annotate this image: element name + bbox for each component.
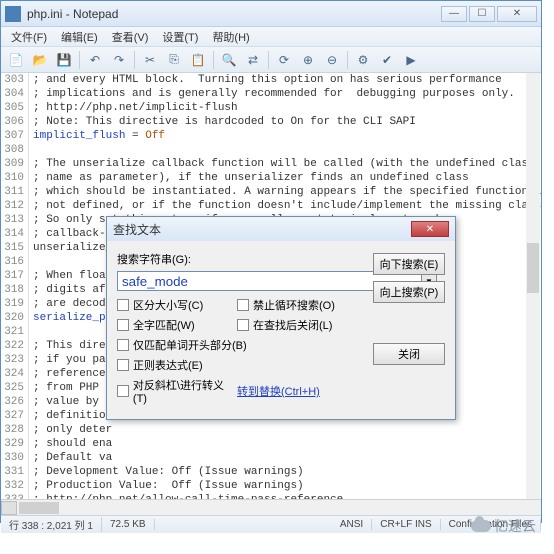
redo-icon[interactable]: ↷ (108, 50, 130, 70)
zoom-in-icon[interactable]: ⊕ (297, 50, 319, 70)
titlebar[interactable]: php.ini - Notepad — ☐ ✕ (1, 1, 541, 27)
horizontal-scrollbar[interactable] (1, 499, 541, 515)
dialog-title: 查找文本 (113, 221, 411, 238)
find-icon[interactable]: 🔍 (218, 50, 240, 70)
menu-file[interactable]: 文件(F) (5, 27, 53, 47)
scroll-thumb[interactable] (19, 502, 59, 514)
minimize-button[interactable]: — (441, 6, 467, 22)
goto-replace-link[interactable]: 转到替换(Ctrl+H) (237, 383, 320, 399)
check-case[interactable]: 区分大小写(C) (117, 297, 237, 313)
save-icon[interactable]: 💾 (53, 50, 75, 70)
statusbar: 行 338 : 2,021 列 1 72.5 KB ANSI CR+LF INS… (1, 515, 541, 533)
check-regex[interactable]: 正则表达式(E) (117, 357, 357, 373)
replace-icon[interactable]: ⇄ (242, 50, 264, 70)
status-encoding: ANSI (332, 519, 372, 530)
zoom-out-icon[interactable]: ⊖ (321, 50, 343, 70)
scroll-left-icon[interactable] (1, 501, 17, 515)
check-nowrap[interactable]: 禁止循环搜索(O) (237, 297, 357, 313)
find-dialog: 查找文本 ✕ 搜索字符串(G): ▼ 向下搜索(E) 向上搜索(P) 关闭 区分… (106, 216, 456, 420)
refresh-icon[interactable]: ⟳ (273, 50, 295, 70)
paste-icon[interactable]: 📋 (187, 50, 209, 70)
menu-view[interactable]: 查看(V) (106, 27, 155, 47)
menu-help[interactable]: 帮助(H) (206, 27, 255, 47)
app-icon (5, 6, 21, 22)
toolbar: 📄 📂 💾 ↶ ↷ ✂ ⎘ 📋 🔍 ⇄ ⟳ ⊕ ⊖ ⚙ ✔ ▶ (1, 47, 541, 73)
check-whole[interactable]: 全字匹配(W) (117, 317, 237, 333)
status-size: 72.5 KB (102, 519, 155, 530)
dialog-titlebar[interactable]: 查找文本 ✕ (107, 217, 455, 241)
menubar: 文件(F) 编辑(E) 查看(V) 设置(T) 帮助(H) (1, 27, 541, 47)
tool-icon[interactable]: ▶ (400, 50, 422, 70)
status-filetype: Configuration Files (441, 519, 541, 530)
menu-edit[interactable]: 编辑(E) (55, 27, 104, 47)
tool-icon[interactable]: ⚙ (352, 50, 374, 70)
find-prev-button[interactable]: 向上搜索(P) (373, 281, 445, 303)
vertical-scrollbar[interactable] (526, 73, 540, 499)
status-position: 行 338 : 2,021 列 1 (1, 517, 102, 532)
status-eol: CR+LF INS (372, 519, 440, 530)
find-next-button[interactable]: 向下搜索(E) (373, 253, 445, 275)
tool-icon[interactable]: ✔ (376, 50, 398, 70)
menu-settings[interactable]: 设置(T) (156, 27, 204, 47)
check-word-start[interactable]: 仅匹配单词开头部分(B) (117, 337, 357, 353)
scroll-thumb[interactable] (527, 243, 539, 293)
new-icon[interactable]: 📄 (5, 50, 27, 70)
copy-icon[interactable]: ⎘ (163, 50, 185, 70)
check-close-after[interactable]: 在查找后关闭(L) (237, 317, 357, 333)
line-gutter: 3033043053063073083093103113123133143153… (1, 73, 29, 499)
maximize-button[interactable]: ☐ (469, 6, 495, 22)
dialog-close-text-button[interactable]: 关闭 (373, 343, 445, 365)
open-icon[interactable]: 📂 (29, 50, 51, 70)
check-escape[interactable]: 对反斜杠\进行转义(T) (117, 377, 237, 405)
cut-icon[interactable]: ✂ (139, 50, 161, 70)
undo-icon[interactable]: ↶ (84, 50, 106, 70)
dialog-close-button[interactable]: ✕ (411, 221, 449, 237)
window-title: php.ini - Notepad (27, 7, 441, 21)
close-button[interactable]: ✕ (497, 6, 537, 22)
